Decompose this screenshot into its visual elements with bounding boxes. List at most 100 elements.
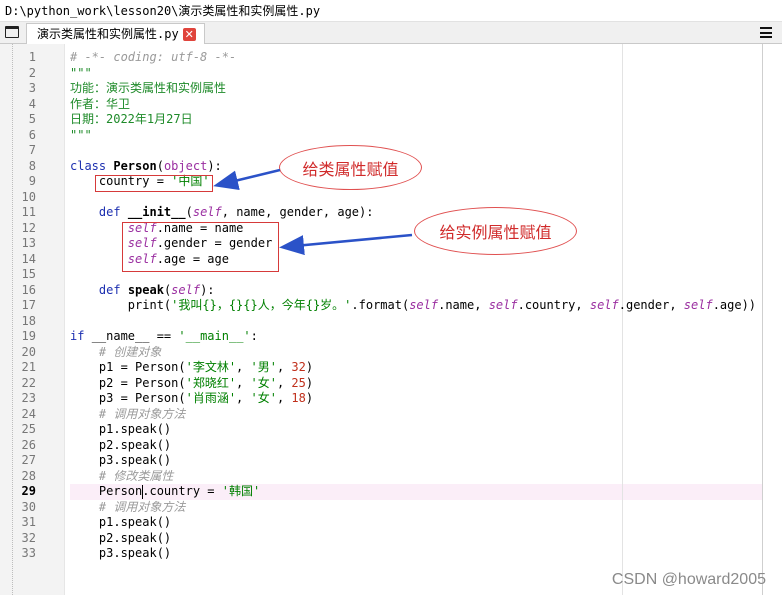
code-token: : bbox=[250, 329, 258, 343]
code-token: p1.speak() bbox=[70, 515, 172, 529]
code-token: speak bbox=[127, 282, 164, 297]
code-line[interactable]: p2.speak() bbox=[70, 438, 171, 454]
code-token: self bbox=[488, 298, 518, 312]
window-icon[interactable] bbox=[5, 26, 19, 38]
code-token: .format( bbox=[351, 298, 410, 312]
code-token: '肖雨涵' bbox=[185, 391, 237, 405]
code-line[interactable]: """ bbox=[70, 128, 92, 144]
line-number: 23 bbox=[21, 391, 36, 405]
code-line[interactable]: p2 = Person('郑晓红', '女', 25) bbox=[70, 376, 313, 392]
line-number-gutter: 1 2 3 4 5 6 7 8 9 10 11 12 13 14 15 16 17 18 19 20 21 22 23 24 2… bbox=[0, 44, 65, 595]
code-token: , bbox=[276, 375, 292, 390]
code-line[interactable]: # -*- coding: utf-8 -*- bbox=[70, 50, 236, 66]
code-token: .age)) bbox=[712, 298, 757, 312]
code-line[interactable]: print('我叫{}，{}{}人，今年{}岁。'.format(self.na… bbox=[70, 298, 756, 314]
instance-attr-highlight-box bbox=[122, 222, 279, 272]
code-line[interactable]: # 调用对象方法 bbox=[70, 500, 185, 516]
window-title: D:\python_work\lesson20\演示类属性和实例属性.py bbox=[0, 0, 782, 22]
code-line[interactable]: p1 = Person('李文林', '男', 32) bbox=[70, 360, 313, 376]
line-number: 16 bbox=[21, 282, 36, 297]
watermark: CSDN @howard2005 bbox=[611, 571, 766, 588]
code-line[interactable]: class Person(object): bbox=[70, 159, 222, 175]
code-line[interactable]: # 创建对象 bbox=[70, 345, 161, 361]
code-line[interactable]: 作者：华卫 bbox=[70, 97, 130, 113]
line-number: 15 bbox=[21, 267, 36, 281]
code-token: p3.speak() bbox=[70, 453, 172, 467]
line-number: 31 bbox=[21, 515, 36, 529]
code-line[interactable]: p1.speak() bbox=[70, 422, 171, 438]
code-line[interactable]: 功能：演示类属性和实例属性 bbox=[70, 81, 226, 97]
line-number: 3 bbox=[28, 81, 36, 95]
instance-attr-callout: 给实例属性赋值 bbox=[414, 207, 577, 255]
code-editor[interactable]: 1 2 3 4 5 6 7 8 9 10 11 12 13 14 15 16 17 18 19 20 21 22 23 24 2… bbox=[0, 44, 782, 595]
code-token: if bbox=[70, 329, 92, 343]
code-line[interactable]: # 调用对象方法 bbox=[70, 407, 185, 423]
line-number: 10 bbox=[21, 189, 36, 204]
code-token: 25 bbox=[291, 375, 306, 390]
code-line[interactable]: p1.speak() bbox=[70, 515, 171, 531]
code-token: p1.speak() bbox=[70, 422, 172, 436]
code-token: '女' bbox=[250, 375, 277, 390]
code-line[interactable]: def __init__(self, name, gender, age): bbox=[70, 205, 374, 221]
code-line[interactable]: Person.country = '韩国' bbox=[70, 484, 260, 500]
class-attr-callout-text: 给类属性赋值 bbox=[302, 159, 399, 179]
code-token: .gender, bbox=[618, 298, 684, 312]
code-token: # 调用对象方法 bbox=[98, 406, 186, 421]
code-token: .name, bbox=[438, 298, 489, 312]
code-token: , bbox=[276, 360, 292, 374]
code-token: ) bbox=[305, 360, 314, 374]
code-token: Person bbox=[113, 158, 157, 173]
tab-label: 演示类属性和实例属性.py bbox=[37, 27, 179, 41]
code-token: , bbox=[276, 391, 292, 405]
code-line[interactable]: # 修改类属性 bbox=[70, 469, 173, 485]
code-token: self bbox=[409, 298, 439, 312]
close-icon[interactable]: ✕ bbox=[182, 27, 196, 41]
code-token: """ bbox=[70, 127, 92, 142]
line-number: 6 bbox=[28, 127, 36, 142]
code-token: '我叫{}，{}{}人，今年{}岁。' bbox=[171, 298, 352, 312]
code-line[interactable]: """ bbox=[70, 66, 92, 82]
tab-file[interactable]: 演示类属性和实例属性.py ✕ bbox=[26, 23, 205, 44]
line-number: 1 bbox=[28, 50, 36, 64]
code-line[interactable]: p3.speak() bbox=[70, 453, 171, 469]
code-line[interactable]: p3 = Person('肖雨涵', '女', 18) bbox=[70, 391, 313, 407]
code-token: p2.speak() bbox=[70, 437, 172, 452]
code-line[interactable]: 日期：2022年1月27日 bbox=[70, 112, 193, 128]
line-number: 18 bbox=[21, 313, 36, 328]
code-line[interactable]: if __name__ == '__main__': bbox=[70, 329, 258, 345]
code-area[interactable]: # -*- coding: utf-8 -*- """ 功能：演示类属性和实例属性作… bbox=[70, 44, 770, 595]
code-token: '女' bbox=[250, 391, 277, 405]
line-number: 32 bbox=[21, 530, 36, 545]
class-attr-highlight-box bbox=[95, 175, 213, 192]
code-token: 日期：2022年1月27日 bbox=[70, 112, 193, 126]
code-token: 作者：华卫 bbox=[70, 96, 131, 111]
text-caret bbox=[142, 485, 144, 499]
code-line[interactable]: p2.speak() bbox=[70, 531, 171, 547]
line-number: 14 bbox=[21, 251, 36, 266]
line-number: 8 bbox=[28, 158, 36, 173]
line-number: 4 bbox=[28, 96, 36, 111]
code-token: '男' bbox=[250, 360, 277, 374]
line-number: 17 bbox=[21, 298, 36, 312]
code-token: '__main__' bbox=[178, 329, 251, 343]
hamburger-menu-icon[interactable] bbox=[760, 27, 772, 38]
code-token: ( bbox=[156, 158, 164, 173]
code-line[interactable]: def speak(self): bbox=[70, 283, 215, 299]
line-number: 21 bbox=[21, 360, 36, 374]
code-line[interactable]: p3.speak() bbox=[70, 546, 171, 562]
code-token: p2.speak() bbox=[70, 530, 172, 545]
code-token: , bbox=[236, 375, 251, 390]
line-number: 9 bbox=[28, 174, 36, 188]
code-token: ): bbox=[207, 158, 222, 173]
line-number: 30 bbox=[21, 499, 36, 514]
line-number: 13 bbox=[21, 236, 36, 250]
code-token: __name__ == bbox=[91, 329, 179, 343]
code-token: '郑晓红' bbox=[185, 375, 237, 390]
code-token: p3 = Person( bbox=[70, 391, 186, 405]
code-token: # 创建对象 bbox=[98, 344, 162, 359]
